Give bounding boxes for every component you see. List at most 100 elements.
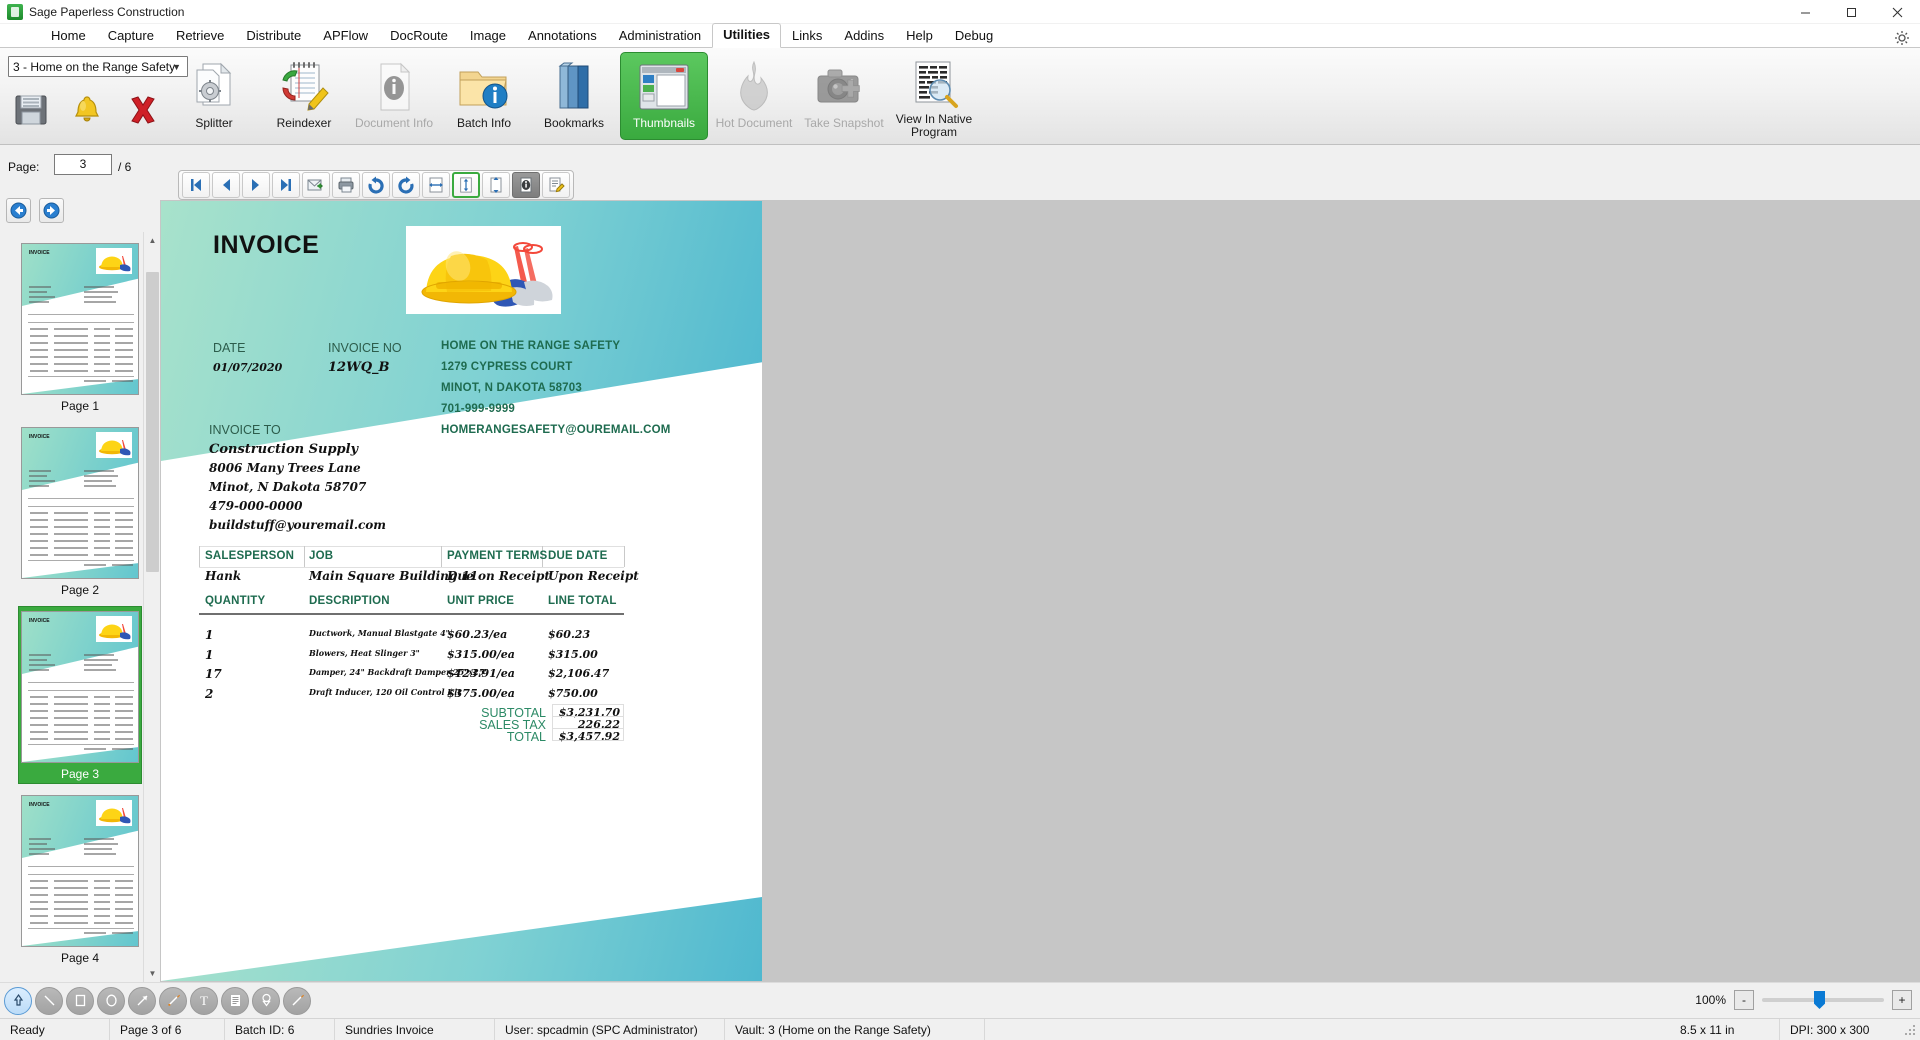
ribbon-button-take-snapshot[interactable]: Take Snapshot <box>800 52 888 140</box>
menu-item-help[interactable]: Help <box>895 24 944 48</box>
scroll-up-icon[interactable]: ▲ <box>144 232 160 249</box>
annotate-button[interactable] <box>542 172 570 198</box>
bill-to-line: buildstuff@youremail.com <box>209 518 387 532</box>
menu-item-links[interactable]: Links <box>781 24 833 48</box>
arrow-tool-icon[interactable] <box>128 986 156 1015</box>
ribbon-toolbar: 3 - Home on the Range Safety ▼ Splitter … <box>0 48 1920 145</box>
pen-tool-icon[interactable] <box>283 986 311 1015</box>
page-info-button[interactable] <box>512 172 540 198</box>
print-button[interactable] <box>332 172 360 198</box>
company-line: MINOT, N DAKOTA 58703 <box>441 382 582 394</box>
viewer-toolbar <box>178 170 574 200</box>
notify-button[interactable] <box>60 84 114 136</box>
menu-item-retrieve[interactable]: Retrieve <box>165 24 235 48</box>
resize-grip[interactable] <box>1905 1025 1917 1037</box>
thumbnail-page-2[interactable]: INVOICE Page 2 <box>18 422 142 600</box>
first-page-button[interactable] <box>182 172 210 198</box>
ribbon-button-bookmarks[interactable]: Bookmarks <box>530 52 618 140</box>
fit-height-button[interactable] <box>482 172 510 198</box>
pointer-tool-icon[interactable] <box>4 986 32 1015</box>
menu-item-annotations[interactable]: Annotations <box>517 24 608 48</box>
history-forward-button[interactable] <box>39 198 64 223</box>
menu-item-docroute[interactable]: DocRoute <box>379 24 459 48</box>
gear-icon[interactable] <box>1894 30 1910 46</box>
hot-document-flame-icon <box>731 59 777 115</box>
total-value: $3,457.92 <box>558 730 620 743</box>
bill-to-line: 479-000-0000 <box>209 499 303 513</box>
text-tool-icon[interactable]: T <box>190 986 218 1015</box>
bill-to-line: Construction Supply <box>209 442 359 457</box>
menu-item-addins[interactable]: Addins <box>833 24 895 48</box>
note-tool-icon[interactable] <box>221 986 249 1015</box>
line-item-total: $315.00 <box>548 647 598 661</box>
batch-info-icon <box>455 59 513 115</box>
line-tool-icon[interactable] <box>35 986 63 1015</box>
next-page-button[interactable] <box>242 172 270 198</box>
meta-value: Due on Receipt <box>447 569 550 583</box>
thumbnail-preview: INVOICE <box>21 243 139 395</box>
ribbon-button-splitter[interactable]: Splitter <box>170 52 258 140</box>
window-controls <box>1782 0 1920 24</box>
scroll-down-icon[interactable]: ▼ <box>144 965 160 982</box>
stamp-tool-icon[interactable] <box>252 986 280 1015</box>
highlighter-tool-icon[interactable] <box>159 986 187 1015</box>
ribbon-button-label: Batch Info <box>456 116 512 130</box>
previous-page-button[interactable] <box>212 172 240 198</box>
page-number-input[interactable]: 3 <box>54 154 112 175</box>
fit-width-button[interactable] <box>422 172 450 198</box>
rectangle-tool-icon[interactable] <box>66 986 94 1015</box>
zoom-slider-handle[interactable] <box>1814 991 1825 1009</box>
close-button[interactable] <box>1874 0 1920 24</box>
ribbon-button-view-in-native-program[interactable]: View In Native Program <box>890 52 978 140</box>
minimize-button[interactable] <box>1782 0 1828 24</box>
vault-select[interactable]: 3 - Home on the Range Safety ▼ <box>8 56 188 77</box>
meta-value: Hank <box>205 569 242 583</box>
line-header: DESCRIPTION <box>309 595 390 607</box>
vault-select-value: 3 - Home on the Range Safety <box>13 59 176 74</box>
fit-page-button[interactable] <box>452 172 480 198</box>
menu-item-utilities[interactable]: Utilities <box>712 23 782 48</box>
page-label: Page: <box>8 160 40 174</box>
menu-item-distribute[interactable]: Distribute <box>235 24 312 48</box>
rotate-left-button[interactable] <box>362 172 390 198</box>
menu-item-apflow[interactable]: APFlow <box>312 24 379 48</box>
invoice-to-label: INVOICE TO <box>209 423 281 437</box>
menu-item-home[interactable]: Home <box>40 24 97 48</box>
thumbnail-panel: INVOICE Page 1 INVOICE Page 2 INVOICE Page 3I… <box>0 232 160 982</box>
scrollbar-thumb[interactable] <box>146 272 159 572</box>
ribbon-button-hot-document[interactable]: Hot Document <box>710 52 798 140</box>
zoom-in-button[interactable]: + <box>1892 990 1912 1010</box>
menu-item-administration[interactable]: Administration <box>608 24 712 48</box>
ribbon-button-reindexer[interactable]: Reindexer <box>260 52 348 140</box>
splitter-icon <box>189 59 239 115</box>
thumbnail-scrollbar[interactable]: ▲ ▼ <box>143 232 160 982</box>
invoice-page: INVOICE DATE 01/07/2020 INVOICE NO 12WQ_… <box>161 201 762 981</box>
ribbon-button-thumbnails[interactable]: Thumbnails <box>620 52 708 140</box>
menu-item-capture[interactable]: Capture <box>97 24 165 48</box>
meta-header: SALESPERSON <box>205 550 295 562</box>
rotate-right-button[interactable] <box>392 172 420 198</box>
thumbnails-icon <box>636 59 692 115</box>
history-back-button[interactable] <box>6 198 31 223</box>
thumbnail-page-1[interactable]: INVOICE Page 1 <box>18 238 142 416</box>
thumbnail-page-3[interactable]: INVOICE Page 3 <box>18 606 142 784</box>
menu-item-image[interactable]: Image <box>459 24 517 48</box>
line-item-qty: 2 <box>205 686 214 701</box>
zoom-out-button[interactable]: - <box>1734 990 1754 1010</box>
thumbnail-page-4[interactable]: INVOICE Page 4 <box>18 790 142 968</box>
document-viewer[interactable]: INVOICE DATE 01/07/2020 INVOICE NO 12WQ_… <box>160 200 1920 982</box>
last-page-button[interactable] <box>272 172 300 198</box>
ribbon-button-batch-info[interactable]: Batch Info <box>440 52 528 140</box>
delete-button[interactable] <box>116 84 170 136</box>
email-button[interactable] <box>302 172 330 198</box>
ribbon-button-document-info[interactable]: Document Info <box>350 52 438 140</box>
zoom-slider-track[interactable] <box>1762 991 1884 1009</box>
maximize-button[interactable] <box>1828 0 1874 24</box>
status-document-type: Sundries Invoice <box>335 1018 495 1040</box>
menu-item-debug[interactable]: Debug <box>944 24 1004 48</box>
annotation-toolbar: T <box>0 982 1920 1018</box>
save-button[interactable] <box>4 84 58 136</box>
meta-value: Upon Receipt <box>548 569 639 583</box>
footer-band <box>161 897 762 981</box>
ellipse-tool-icon[interactable] <box>97 986 125 1015</box>
